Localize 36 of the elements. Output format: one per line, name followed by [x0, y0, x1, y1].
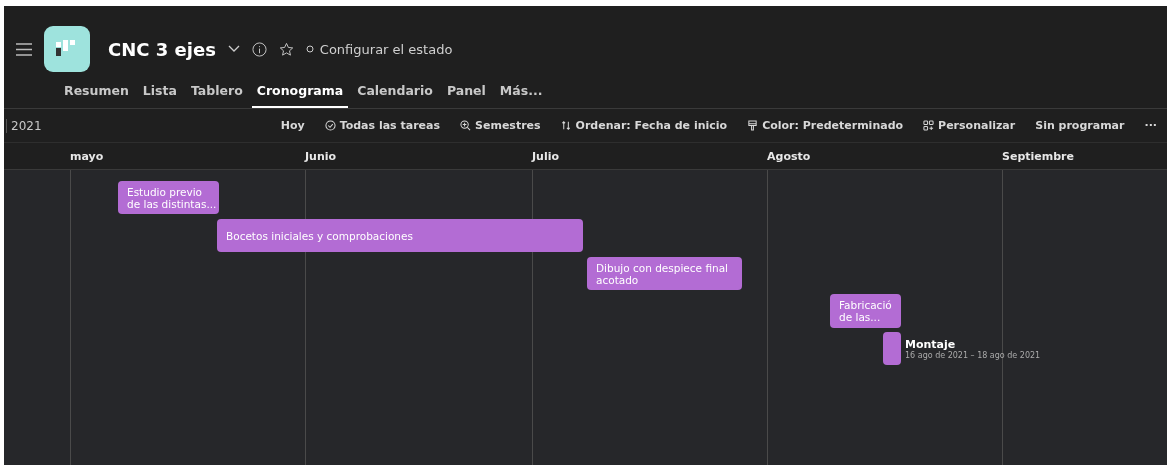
toolbar-button[interactable]: Sin programar: [1025, 119, 1135, 132]
toolbar-button[interactable]: Ordenar: Fecha de inicio: [550, 119, 738, 132]
status-button[interactable]: Configurar el estado: [305, 41, 453, 57]
sort-icon: [560, 120, 572, 131]
view-tab[interactable]: Tablero: [185, 78, 248, 108]
more-button[interactable]: ···: [1134, 119, 1167, 132]
customize-icon: [923, 120, 935, 131]
view-tab[interactable]: Resumen: [59, 78, 134, 108]
toolbar-button[interactable]: Color: Predeterminado: [737, 119, 914, 132]
month-label: Julio: [532, 150, 560, 163]
project-logo-icon: [44, 26, 90, 72]
paint-brush-icon: [747, 120, 759, 131]
zoom-icon: [460, 120, 472, 131]
month-label: Junio: [305, 150, 337, 163]
month-label: Septiembre: [1002, 150, 1074, 163]
project-title: CNC 3 ejes: [108, 38, 216, 60]
task-name: Montaje: [905, 338, 956, 351]
month-label: mayo: [70, 150, 104, 163]
chevron-down-icon[interactable]: [227, 45, 240, 53]
month-label: Agosto: [767, 150, 811, 163]
toolbar-button[interactable]: Hoy: [270, 119, 315, 132]
circle-icon: [305, 45, 314, 53]
toolbar-button[interactable]: Semestres: [450, 119, 551, 132]
toolbar-button[interactable]: Todas las tareas: [314, 119, 451, 132]
view-tab[interactable]: Panel: [441, 78, 491, 108]
view-tab[interactable]: Cronograma: [251, 78, 349, 108]
view-tab[interactable]: Más...: [494, 78, 548, 108]
year-label: 2021: [6, 118, 42, 133]
view-tab[interactable]: Lista: [137, 78, 182, 108]
toolbar-button[interactable]: Personalizar: [913, 119, 1026, 132]
task-dates: 16 ago de 2021 – 18 ago de 2021: [905, 351, 1041, 360]
star-icon[interactable]: [278, 41, 294, 57]
check-circle-icon: [324, 120, 336, 131]
view-tab[interactable]: Calendario: [352, 78, 438, 108]
menu-icon[interactable]: [16, 42, 32, 56]
info-icon[interactable]: [251, 41, 267, 57]
